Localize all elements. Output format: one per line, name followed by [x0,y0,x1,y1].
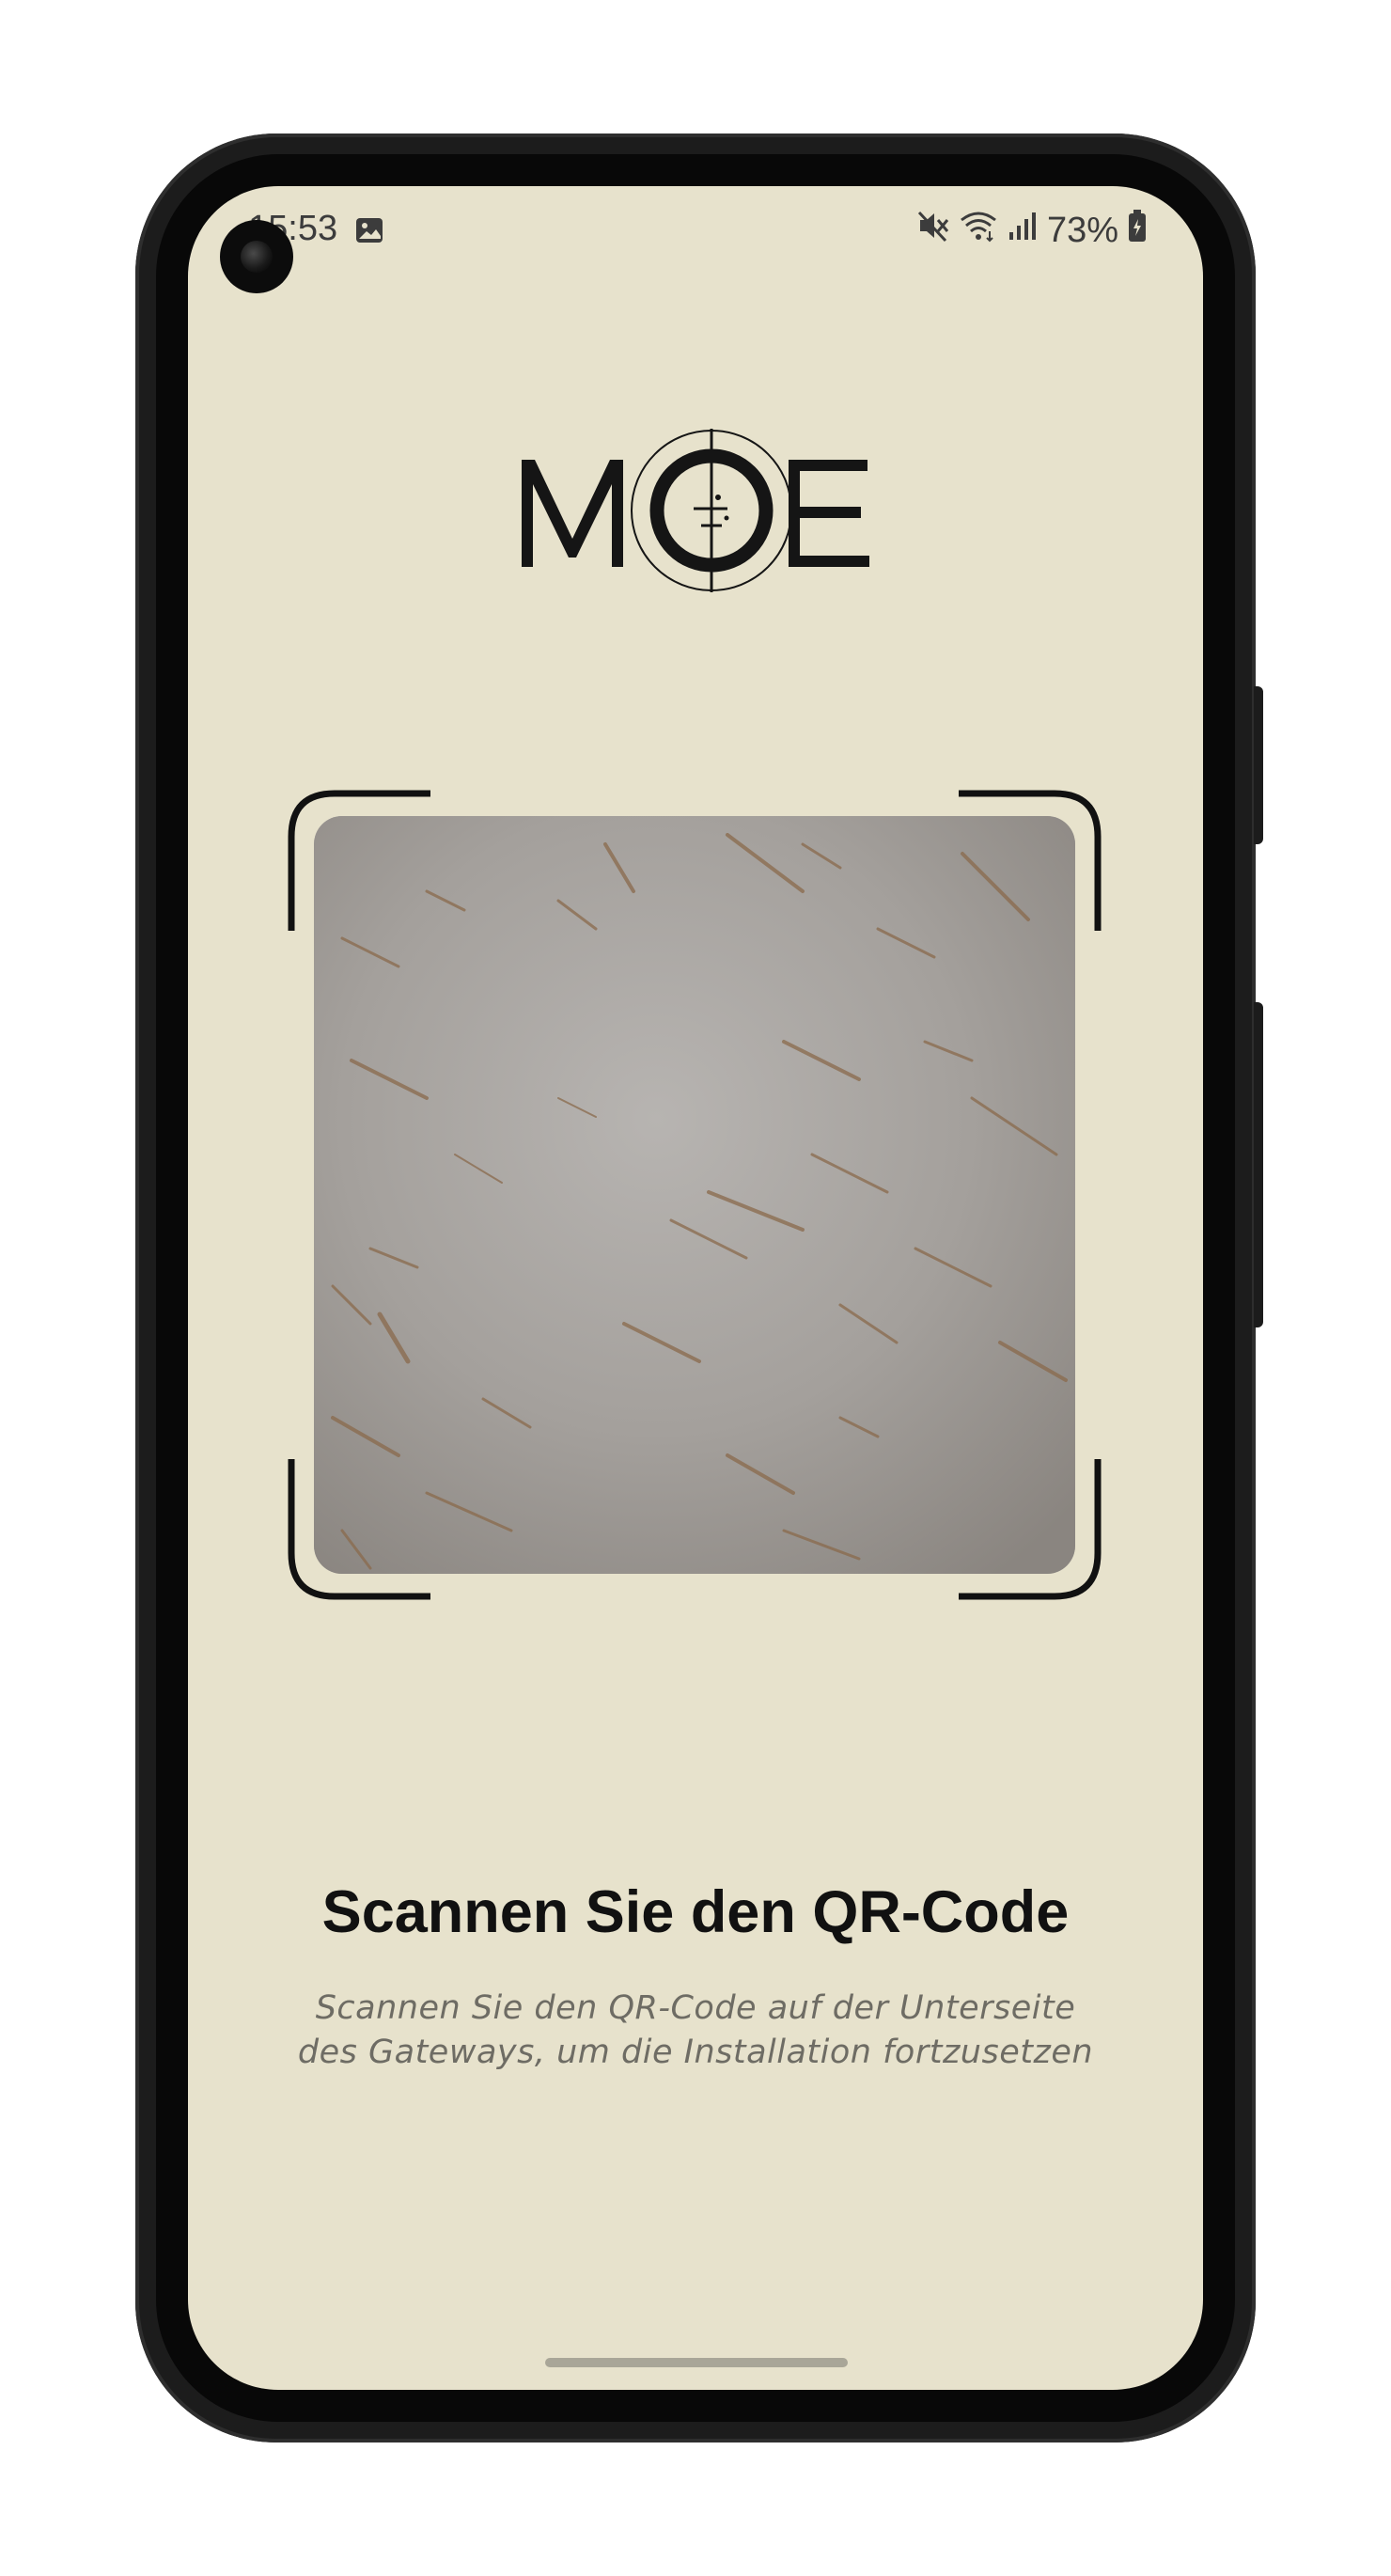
qr-scanner[interactable] [288,790,1102,1600]
app-screen: 15:53 73% Scannen Sie den QR-Code Scanne… [188,186,1203,2390]
gallery-icon [354,214,384,255]
home-indicator[interactable] [545,2358,848,2367]
battery-percentage: 73% [1046,210,1118,250]
frame-corner-top-right [959,790,1102,931]
volume-button [1254,1002,1263,1327]
frame-corner-bottom-left [288,1459,430,1600]
signal-icon [1008,210,1038,251]
frame-corner-top-left [288,790,430,931]
scan-title: Scannen Sie den QR-Code [321,1879,1070,1945]
mute-icon [917,209,949,252]
scanner-frame [288,790,1102,1600]
status-bar: 15:53 73% [188,205,1203,261]
battery-icon [1128,209,1147,252]
camera-lens [241,241,273,273]
frame-corner-bottom-right [959,1459,1102,1600]
scan-instructions: Scannen Sie den QR-Code auf der Untersei… [297,1989,1094,2071]
moe-logo [519,426,872,595]
status-icons: 73% [917,209,1147,252]
power-button [1254,686,1263,844]
wifi-icon [959,209,998,252]
front-camera [220,220,293,293]
